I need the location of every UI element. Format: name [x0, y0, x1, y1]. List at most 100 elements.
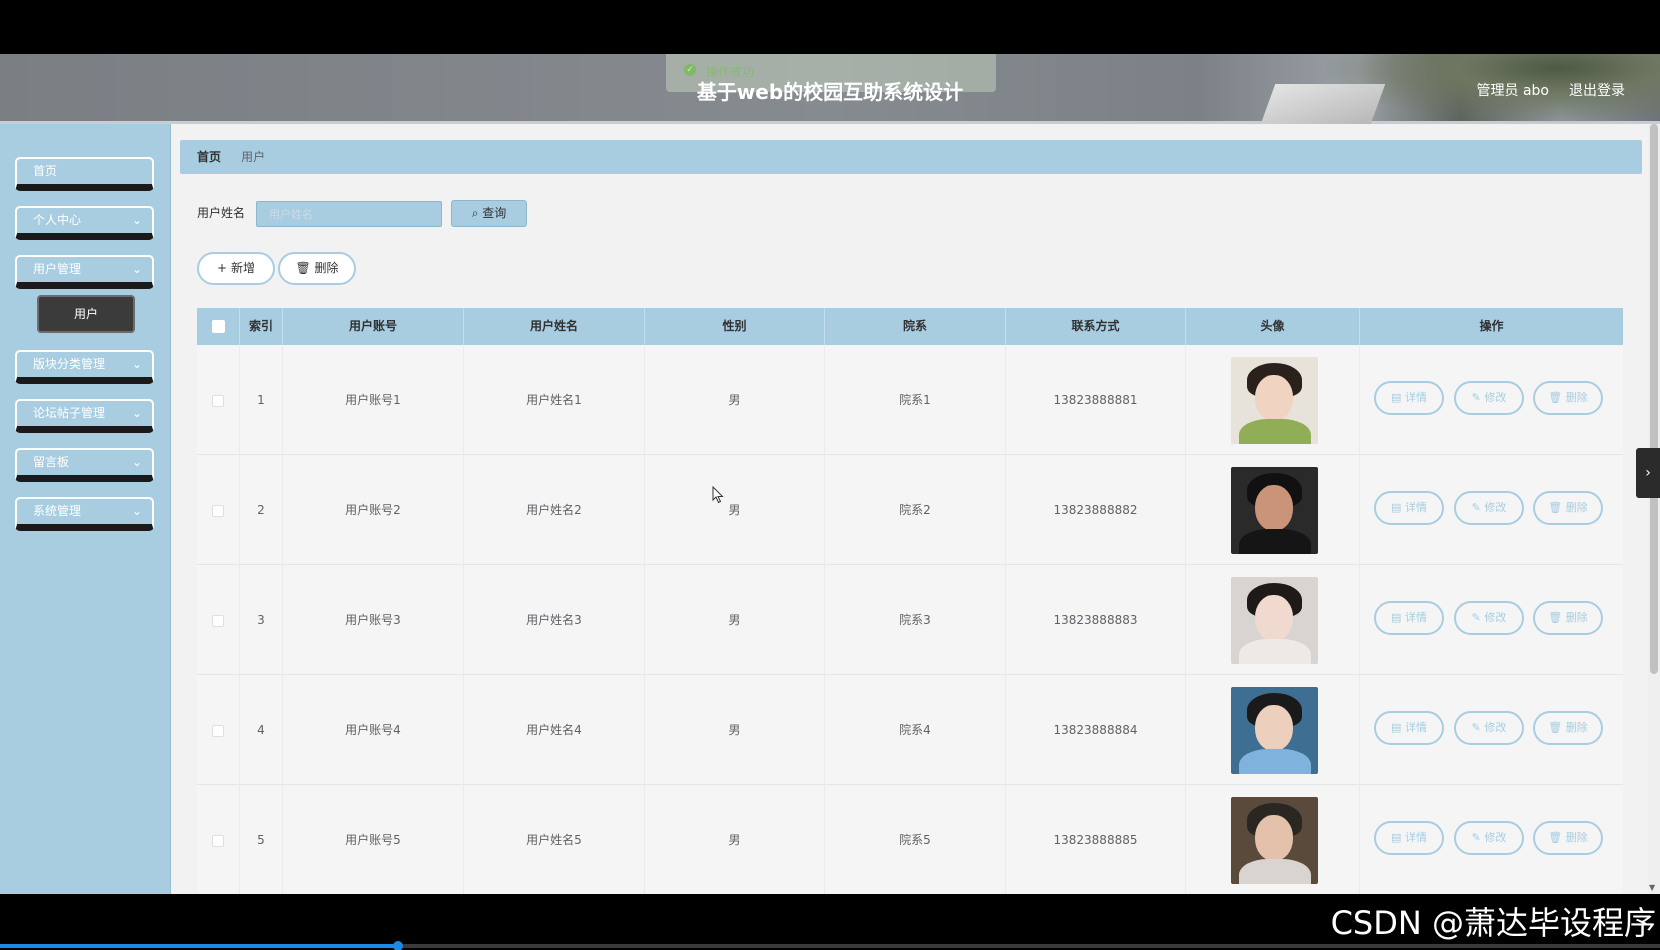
- chevron-down-icon: ⌄: [131, 262, 142, 276]
- operations-cell: ▤ 详情 ✎ 修改 🗑 删除: [1360, 455, 1623, 565]
- table-row: 4 用户账号4 用户姓名4 男 院系4 13823888884 ▤ 详情 ✎ 修…: [197, 675, 1623, 785]
- sidebar-item-section-category[interactable]: 版块分类管理 ⌄: [15, 350, 154, 384]
- video-progress-fill: [0, 944, 399, 948]
- mouse-cursor-icon: [712, 485, 724, 507]
- page-scrollbar[interactable]: ▼: [1648, 124, 1660, 894]
- sidebar-item-label: 版块分类管理: [33, 357, 106, 371]
- search-input[interactable]: [256, 201, 442, 227]
- detail-button[interactable]: ▤ 详情: [1374, 381, 1444, 415]
- trash-icon: 🗑: [1548, 831, 1563, 844]
- row-checkbox[interactable]: [212, 394, 224, 407]
- plus-icon: +: [217, 261, 228, 275]
- add-button[interactable]: + 新增: [197, 252, 275, 285]
- column-header: 联系方式: [1006, 308, 1186, 345]
- avatar-cell: [1186, 565, 1360, 675]
- edit-button[interactable]: ✎ 修改: [1454, 491, 1524, 525]
- sidebar-item-personal-center[interactable]: 个人中心 ⌄: [15, 206, 154, 240]
- sidebar-item-label: 用户管理: [33, 262, 82, 276]
- detail-button[interactable]: ▤ 详情: [1374, 601, 1444, 635]
- sidebar-item-home[interactable]: 首页: [15, 157, 154, 191]
- document-icon: ▤: [1391, 831, 1402, 844]
- row-checkbox[interactable]: [212, 504, 224, 517]
- operations-cell: ▤ 详情 ✎ 修改 🗑 删除: [1360, 675, 1623, 785]
- sidebar-subitem-user[interactable]: 用户: [37, 295, 135, 333]
- phone-cell: 13823888883: [1006, 565, 1186, 675]
- row-checkbox[interactable]: [212, 724, 224, 737]
- detail-label: 详情: [1404, 391, 1427, 404]
- row-select-cell: [197, 785, 240, 894]
- trash-icon: 🗑: [295, 261, 311, 275]
- edit-button[interactable]: ✎ 修改: [1454, 601, 1524, 635]
- dept-cell: 院系1: [825, 345, 1006, 455]
- select-all-checkbox[interactable]: [211, 320, 225, 333]
- detail-button[interactable]: ▤ 详情: [1374, 711, 1444, 745]
- header: ✓ 操作成功 基于web的校园互助系统设计 管理员 abo 退出登录: [0, 54, 1660, 124]
- sidebar-item-label: 首页: [33, 164, 58, 178]
- avatar[interactable]: [1231, 467, 1318, 554]
- pencil-icon: ✎: [1471, 501, 1481, 514]
- row-checkbox[interactable]: [212, 614, 224, 627]
- document-icon: ▤: [1391, 501, 1402, 514]
- table-row: 2 用户账号2 用户姓名2 男 院系2 13823888882 ▤ 详情 ✎ 修…: [197, 455, 1623, 565]
- breadcrumb-current: 用户: [241, 150, 266, 164]
- index-cell: 4: [240, 675, 283, 785]
- sidebar: 首页 个人中心 ⌄ 用户管理 ⌄ 用户 版块分类管理 ⌄ 论坛帖子管理 ⌄ 留言…: [0, 124, 171, 894]
- batch-delete-button[interactable]: 🗑 删除: [278, 252, 356, 285]
- delete-button[interactable]: 🗑 删除: [1533, 711, 1603, 745]
- delete-button[interactable]: 🗑 删除: [1533, 601, 1603, 635]
- delete-button[interactable]: 🗑 删除: [1533, 381, 1603, 415]
- document-icon: ▤: [1391, 721, 1402, 734]
- search-icon: ⌕: [471, 206, 479, 220]
- avatar[interactable]: [1231, 797, 1318, 884]
- index-cell: 3: [240, 565, 283, 675]
- delete-label: 删除: [1565, 721, 1588, 734]
- search-label: 用户姓名: [197, 206, 246, 220]
- avatar[interactable]: [1231, 577, 1318, 664]
- delete-button[interactable]: 🗑 删除: [1533, 821, 1603, 855]
- table-header: 索引 用户账号 用户姓名 性别 院系 联系方式 头像 操作: [197, 308, 1623, 345]
- row-checkbox[interactable]: [212, 834, 224, 847]
- scroll-down-icon[interactable]: ▼: [1649, 883, 1655, 892]
- column-header: 头像: [1186, 308, 1360, 345]
- delete-button[interactable]: 🗑 删除: [1533, 491, 1603, 525]
- account-cell: 用户账号1: [283, 345, 464, 455]
- column-header: 性别: [645, 308, 825, 345]
- gender-cell: 男: [645, 455, 825, 565]
- avatar[interactable]: [1231, 357, 1318, 444]
- edit-button[interactable]: ✎ 修改: [1454, 711, 1524, 745]
- operations-cell: ▤ 详情 ✎ 修改 🗑 删除: [1360, 565, 1623, 675]
- detail-button[interactable]: ▤ 详情: [1374, 821, 1444, 855]
- video-progress-bar[interactable]: [0, 941, 1660, 950]
- document-icon: ▤: [1391, 391, 1402, 404]
- detail-button[interactable]: ▤ 详情: [1374, 491, 1444, 525]
- video-progress-handle[interactable]: [393, 941, 404, 950]
- sidebar-item-system-management[interactable]: 系统管理 ⌄: [15, 497, 154, 531]
- main-content: 首页 / 用户 用户姓名 ⌕ 查询 + 新增 🗑 删除 索引 用户账号 用户姓名: [172, 124, 1660, 894]
- breadcrumb-home[interactable]: 首页: [197, 150, 221, 164]
- avatar[interactable]: [1231, 687, 1318, 774]
- site-title: 基于web的校园互助系统设计: [696, 80, 964, 104]
- avatar-face: [1255, 815, 1293, 861]
- edit-button[interactable]: ✎ 修改: [1454, 381, 1524, 415]
- phone-cell: 13823888881: [1006, 345, 1186, 455]
- avatar-cell: [1186, 785, 1360, 894]
- logout-link[interactable]: 退出登录: [1569, 80, 1625, 100]
- breadcrumb: 首页 / 用户: [180, 140, 1642, 174]
- scroll-thumb[interactable]: [1650, 124, 1658, 674]
- chevron-right-icon[interactable]: ›: [1636, 448, 1660, 498]
- edit-button[interactable]: ✎ 修改: [1454, 821, 1524, 855]
- search-button[interactable]: ⌕ 查询: [451, 200, 527, 227]
- document-icon: ▤: [1391, 611, 1402, 624]
- sidebar-item-user-management[interactable]: 用户管理 ⌄: [15, 255, 154, 289]
- sidebar-item-forum-posts[interactable]: 论坛帖子管理 ⌄: [15, 399, 154, 433]
- avatar-face: [1255, 595, 1293, 641]
- sidebar-item-message-board[interactable]: 留言板 ⌄: [15, 448, 154, 482]
- index-cell: 1: [240, 345, 283, 455]
- current-user: 管理员 abo: [1476, 83, 1549, 99]
- detail-label: 详情: [1404, 501, 1427, 514]
- add-button-label: 新增: [230, 261, 255, 275]
- name-cell: 用户姓名4: [464, 675, 645, 785]
- edit-label: 修改: [1484, 611, 1507, 624]
- delete-label: 删除: [1565, 391, 1588, 404]
- pencil-icon: ✎: [1471, 391, 1481, 404]
